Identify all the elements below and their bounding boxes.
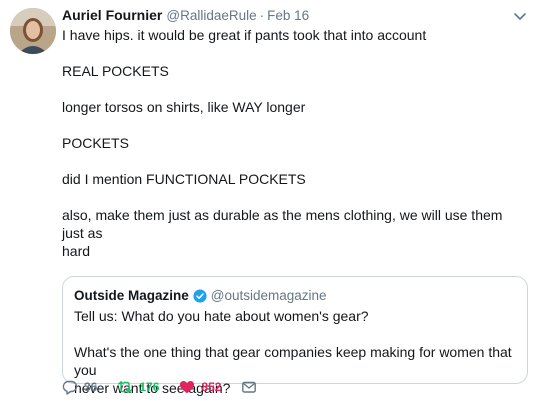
quoted-tweet-line: Tell us: What do you hate about women's … [74,308,369,324]
quoted-tweet-line: What's the one thing that gear companies… [74,344,512,378]
verified-badge-icon [193,289,207,303]
tweet-actions: 36 176 852 [62,379,283,395]
tweet-line: also, make them just as durable as the m… [62,207,503,241]
avatar[interactable] [10,8,56,54]
quoted-tweet-header: Outside Magazine @outsidemagazine [74,287,516,305]
tweet-header: Auriel Fournier @RallidaeRule · Feb 16 [62,6,528,25]
direct-message-button[interactable] [241,379,263,395]
heart-icon [180,381,195,394]
tweet-date[interactable]: Feb 16 [267,7,309,25]
retweet-icon [118,381,133,393]
reply-count: 36 [84,380,98,394]
retweet-count: 176 [139,380,160,394]
quoted-tweet[interactable]: Outside Magazine @outsidemagazine Tell u… [62,276,528,396]
tweet-text: I have hips. it would be great if pants … [62,26,528,260]
tweet-line: longer torsos on shirts, like WAY longer [62,99,306,115]
tweet-line: REAL POCKETS [62,63,169,79]
reply-icon [62,380,78,395]
envelope-icon [242,381,257,393]
author-name[interactable]: Auriel Fournier [62,6,162,24]
retweet-button[interactable]: 176 [117,379,159,395]
quoted-author-name: Outside Magazine [74,288,189,303]
tweet-line: did I mention FUNCTIONAL POCKETS [62,171,306,187]
tweet-content: Auriel Fournier @RallidaeRule · Feb 16 I… [62,6,528,396]
separator: · [259,8,265,23]
quoted-author-handle: @outsidemagazine [210,288,327,303]
like-button[interactable]: 852 [179,379,221,395]
tweet-line: hard [62,243,91,259]
tweet-line: POCKETS [62,135,129,151]
tweet-line: I have hips. it would be great if pants … [62,27,427,43]
author-handle[interactable]: @RallidaeRule [166,7,256,25]
reply-button[interactable]: 36 [62,379,97,395]
like-count: 852 [201,380,222,394]
